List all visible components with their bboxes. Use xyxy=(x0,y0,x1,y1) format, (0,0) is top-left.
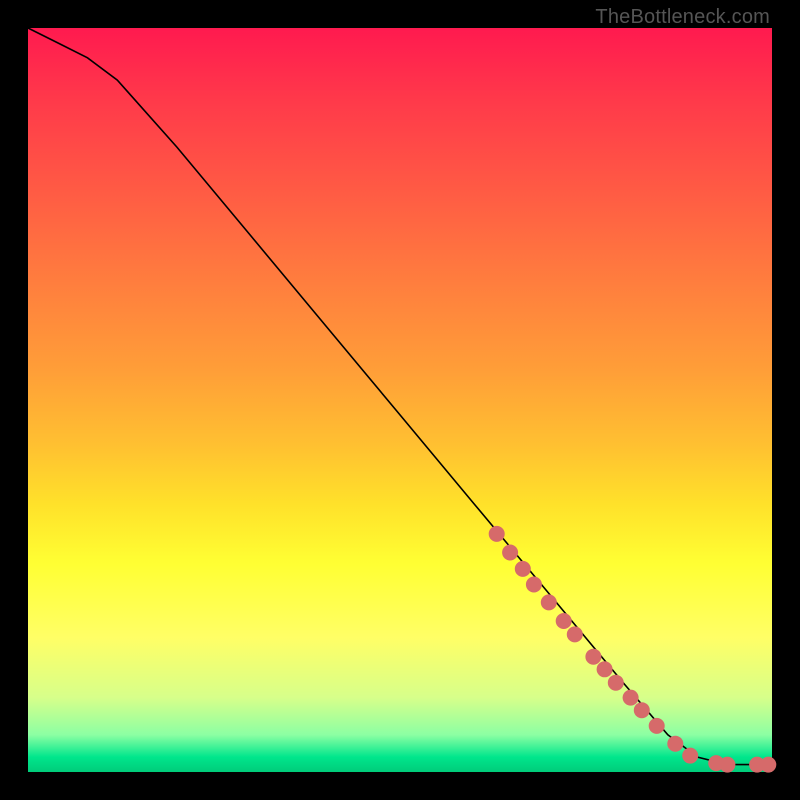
data-marker xyxy=(719,757,735,773)
plot-area xyxy=(28,28,772,772)
chart-frame: TheBottleneck.com xyxy=(0,0,800,800)
data-marker xyxy=(502,545,518,561)
data-marker xyxy=(556,613,572,629)
data-marker xyxy=(760,757,776,773)
data-marker xyxy=(585,649,601,665)
data-marker xyxy=(667,736,683,752)
data-marker xyxy=(541,594,557,610)
data-marker xyxy=(608,675,624,691)
data-marker xyxy=(649,718,665,734)
data-marker xyxy=(682,748,698,764)
curve-line xyxy=(28,28,772,765)
data-marker xyxy=(623,690,639,706)
data-marker xyxy=(567,626,583,642)
chart-svg xyxy=(28,28,772,772)
data-marker xyxy=(597,661,613,677)
watermark-text: TheBottleneck.com xyxy=(595,6,770,29)
data-marker xyxy=(489,526,505,542)
data-marker xyxy=(515,561,531,577)
data-marker xyxy=(526,577,542,593)
markers-group xyxy=(489,526,777,773)
data-marker xyxy=(634,702,650,718)
